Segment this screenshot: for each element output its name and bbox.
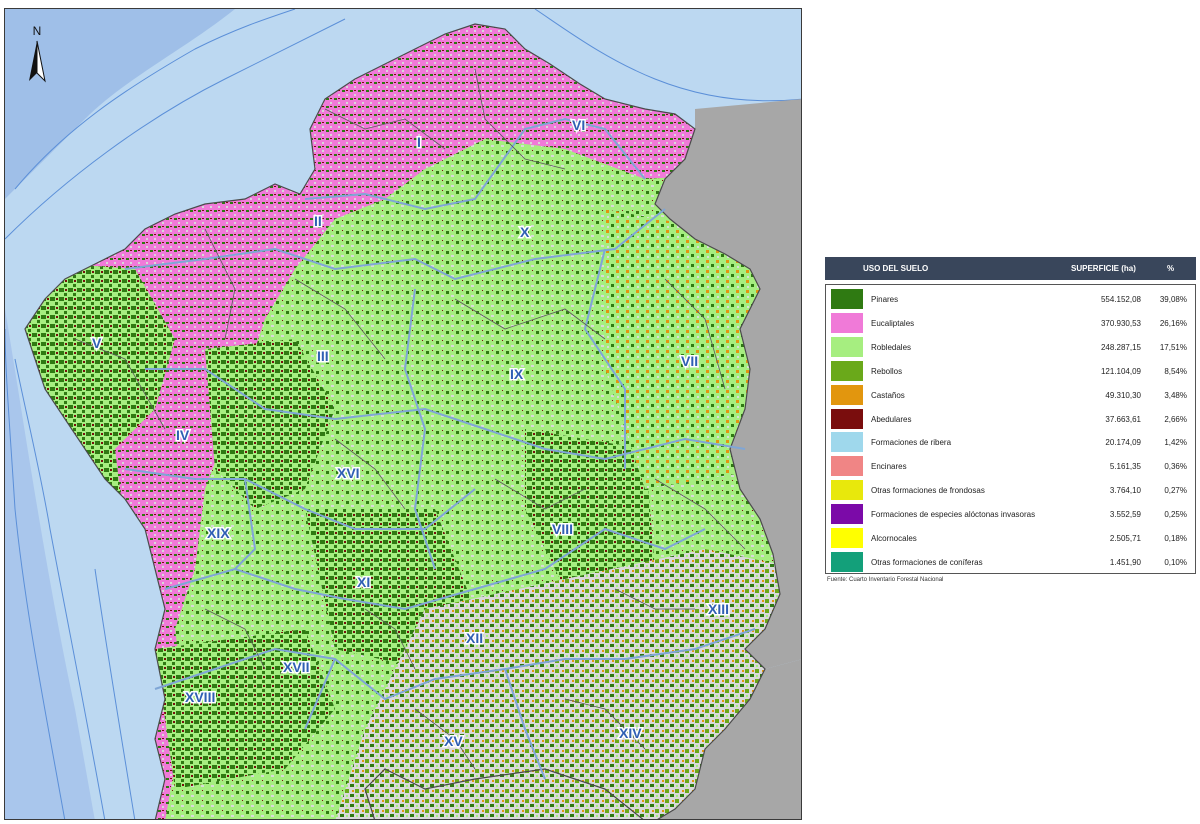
- legend: USO DEL SUELO SUPERFICIE (ha) % Pinares 5…: [825, 257, 1196, 574]
- region-label-xvi: XVI: [337, 465, 360, 481]
- legend-row-area: 3.552,59: [1109, 510, 1141, 520]
- legend-row-pct: 3,48%: [1164, 390, 1187, 400]
- legend-row-pct: 17,51%: [1159, 342, 1187, 352]
- legend-row: Castaños 49.310,30 3,48%: [826, 383, 1195, 407]
- legend-row-area: 248.287,15: [1100, 342, 1141, 352]
- region-label-vii: VII: [681, 353, 698, 369]
- region-label-ix: IX: [510, 366, 524, 382]
- legend-row-pct: 39,08%: [1159, 295, 1187, 304]
- legend-row-area: 5.161,35: [1109, 462, 1141, 472]
- legend-row-pct: 2,66%: [1164, 414, 1187, 424]
- legend-row-area: 49.310,30: [1105, 390, 1141, 400]
- legend-swatch: [831, 312, 863, 333]
- legend-row-name: Otras formaciones de coníferas: [871, 557, 983, 567]
- legend-row-name: Formaciones de ribera: [871, 438, 952, 448]
- region-label-xviii: XVIII: [185, 689, 215, 705]
- legend-swatch: [831, 289, 863, 309]
- legend-row-name: Otras formaciones de frondosas: [871, 486, 985, 496]
- legend-row-area: 554.152,08: [1100, 295, 1141, 304]
- legend-row-pct: 0,25%: [1164, 510, 1187, 520]
- region-label-xix: XIX: [207, 525, 230, 541]
- legend-row-area: 20.174,09: [1105, 438, 1141, 448]
- legend-row-area: 37.663,61: [1105, 414, 1141, 424]
- legend-row-name: Alcornocales: [871, 534, 917, 543]
- legend-row-area: 370.930,53: [1100, 318, 1141, 328]
- region-label-viii: VIII: [552, 521, 573, 537]
- region-label-vi: VI: [572, 117, 585, 133]
- legend-source: Fuente: Cuarto Inventario Forestal Nacio…: [827, 577, 944, 583]
- region-label-xiii: XIII: [708, 601, 729, 617]
- legend-row-name: Formaciones de especies alóctonas invaso…: [871, 510, 1036, 520]
- legend-row: Pinares 554.152,08 39,08%: [826, 287, 1195, 311]
- legend-row-name: Abedulares: [871, 414, 912, 424]
- legend-row-pct: 0,27%: [1164, 486, 1187, 496]
- legend-row-name: Robledales: [871, 342, 912, 352]
- legend-swatch: [831, 408, 863, 429]
- legend-row-name: Castaños: [871, 390, 905, 400]
- region-label-x: X: [520, 224, 530, 240]
- legend-row: Otras formaciones de frondosas 3.764,10 0,…: [826, 478, 1195, 502]
- legend-row-pct: 0,10%: [1164, 557, 1187, 567]
- north-label: N: [33, 24, 42, 38]
- legend-header-superficie: SUPERFICIE (ha): [1071, 264, 1136, 273]
- legend-row-area: 2.505,71: [1109, 534, 1141, 543]
- legend-swatch: [831, 384, 863, 405]
- region-label-i: I: [417, 134, 421, 150]
- legend-row: Abedulares 37.663,61 2,66%: [826, 407, 1195, 431]
- legend-row-pct: 26,16%: [1159, 318, 1187, 328]
- legend-header: USO DEL SUELO SUPERFICIE (ha) %: [825, 257, 1196, 280]
- legend-row: Otras formaciones de coníferas 1.451,90 0,…: [826, 550, 1195, 574]
- legend-row-pct: 1,42%: [1164, 438, 1187, 448]
- legend-row: Encinares 5.161,35 0,36%: [826, 454, 1195, 478]
- legend-row-area: 1.451,90: [1109, 557, 1141, 567]
- legend-swatch: [831, 551, 863, 572]
- legend-header-pct: %: [1167, 264, 1175, 273]
- legend-row: Robledales 248.287,15 17,51%: [826, 335, 1195, 359]
- legend-swatch: [831, 432, 863, 453]
- legend-row: Rebollos 121.104,09 8,54%: [826, 359, 1195, 383]
- legend-row-area: 121.104,09: [1100, 366, 1141, 376]
- legend-row-name: Rebollos: [871, 366, 903, 376]
- region-label-xv: XV: [444, 733, 463, 749]
- legend-row: Eucaliptales 370.930,53 26,16%: [826, 311, 1195, 335]
- legend-row-area: 3.764,10: [1109, 486, 1141, 496]
- region-label-ii: II: [314, 213, 322, 229]
- legend-table: Pinares 554.152,08 39,08% Eucaliptales 370.9…: [825, 284, 1196, 574]
- legend-row-name: Encinares: [871, 462, 907, 472]
- legend-row-pct: 0,36%: [1164, 462, 1187, 472]
- legend-swatch: [831, 528, 863, 548]
- region-label-xvii: XVII: [283, 659, 309, 675]
- map-canvas: N I II III IV V VI VII VIII IX X XI XII …: [5, 9, 801, 819]
- legend-swatch: [831, 456, 863, 477]
- region-label-xii: XII: [466, 630, 483, 646]
- legend-swatch: [831, 336, 863, 357]
- legend-row-pct: 0,18%: [1164, 534, 1187, 543]
- forest-map: N I II III IV V VI VII VIII IX X XI XII …: [4, 8, 802, 820]
- legend-header-uso: USO DEL SUELO: [863, 264, 929, 273]
- region-label-xi: XI: [357, 574, 370, 590]
- region-label-v: V: [92, 335, 102, 351]
- legend-row: Alcornocales 2.505,71 0,18%: [826, 526, 1195, 550]
- legend-row-name: Pinares: [871, 295, 899, 304]
- legend-row-name: Eucaliptales: [871, 318, 915, 328]
- legend-swatch: [831, 504, 863, 525]
- legend-swatch: [831, 360, 863, 381]
- region-label-xiv: XIV: [619, 725, 642, 741]
- region-label-iii: III: [317, 348, 329, 364]
- legend-swatch: [831, 480, 863, 501]
- legend-row-pct: 8,54%: [1164, 366, 1187, 376]
- legend-row: Formaciones de especies alóctonas invaso…: [826, 502, 1195, 526]
- region-label-iv: IV: [176, 427, 190, 443]
- legend-row: Formaciones de ribera 20.174,09 1,42%: [826, 430, 1195, 454]
